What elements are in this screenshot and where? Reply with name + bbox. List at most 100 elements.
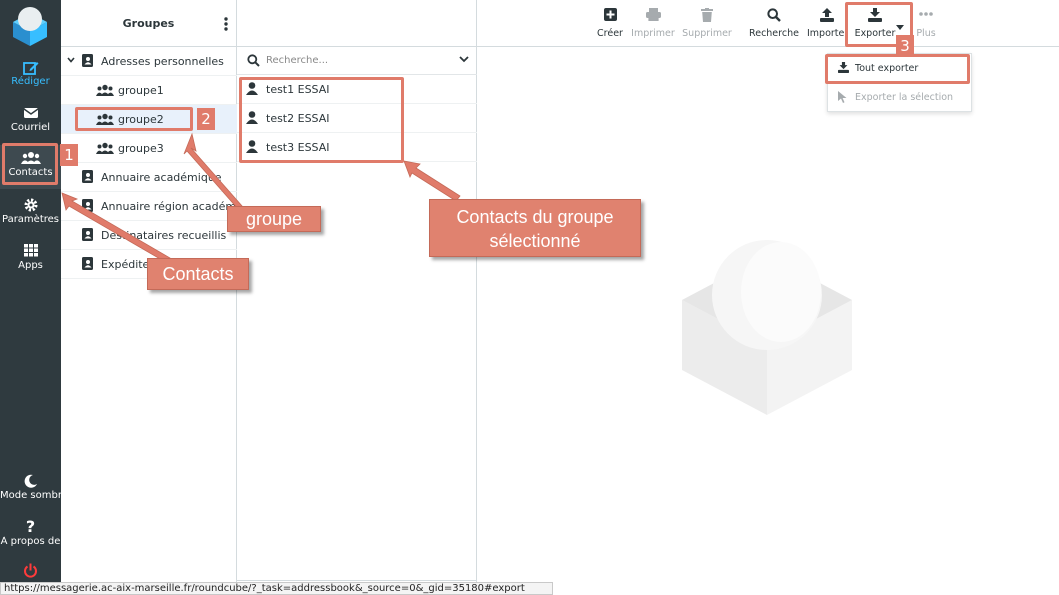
ellipsis-icon [913, 8, 939, 26]
users-icon [96, 113, 114, 125]
search-input[interactable]: Recherche... [266, 55, 328, 66]
export-all-item[interactable]: Tout exporter [828, 55, 971, 82]
callout-groupe-text: groupe [245, 209, 303, 229]
addressbook-personal[interactable]: Adresses personnelles [61, 47, 237, 76]
cursor-icon [838, 91, 847, 103]
contacts-header [237, 0, 476, 47]
contacts-footer-divider [237, 580, 477, 581]
nav-compose[interactable]: Rédiger [0, 54, 61, 98]
addressbook-region[interactable]: Annuaire région académ... [61, 192, 237, 221]
more-button[interactable]: Plus [913, 8, 939, 44]
contact-row[interactable]: test1 ESSAI [237, 75, 477, 104]
contacts-panel: Recherche... test1 ESSAI test2 ESSAI tes… [237, 0, 477, 595]
import-label: Importer [807, 28, 847, 39]
export-selection-label: Exporter la sélection [855, 92, 954, 103]
nav-dark-mode-label: Mode sombre [0, 490, 61, 501]
delete-button[interactable]: Supprimer [682, 8, 732, 44]
group-label: groupe3 [118, 142, 164, 155]
kebab-menu-icon[interactable] [222, 16, 230, 32]
export-selection-item[interactable]: Exporter la sélection [828, 84, 971, 111]
contact-row[interactable]: test3 ESSAI [237, 133, 477, 162]
groups-panel: Groupes Adresses personnelles groupe1 gr… [61, 0, 237, 595]
user-icon [246, 111, 258, 124]
mail-icon [0, 100, 61, 120]
address-book-icon [82, 54, 93, 67]
browser-status-bar: https://messagerie.ac-aix-marseille.fr/r… [0, 582, 553, 595]
main-content: Créer Imprimer Supprimer Recherche Impor… [477, 0, 1059, 595]
user-icon [246, 82, 258, 95]
logout-icon[interactable] [23, 563, 38, 581]
group-label: Adresses personnelles [101, 55, 224, 68]
group-label: Destinataires recueillis [101, 229, 227, 242]
nav-about[interactable]: ? À propos de [0, 514, 61, 558]
caret-down-icon [896, 25, 904, 30]
chevron-down-icon[interactable] [459, 56, 469, 63]
nav-settings-label: Paramètres [1, 214, 60, 225]
group-label: Annuaire académique [101, 171, 222, 184]
gear-icon [0, 192, 61, 212]
users-icon [96, 84, 114, 96]
address-book-icon [82, 228, 93, 241]
moon-icon [0, 468, 61, 488]
export-all-label: Tout exporter [855, 63, 919, 74]
nav-dark-mode[interactable]: Mode sombre [0, 468, 61, 512]
search-label: Recherche [749, 28, 799, 39]
printer-icon [630, 8, 676, 26]
app-window: Rédiger Courriel Contacts Paramètres App… [0, 0, 1059, 595]
nav-compose-label: Rédiger [11, 76, 50, 87]
upload-icon [807, 8, 847, 26]
nav-mail-label: Courriel [10, 122, 51, 133]
users-icon [96, 142, 114, 154]
nav-apps[interactable]: Apps [0, 238, 61, 282]
download-icon [853, 8, 897, 26]
group-item-groupe3[interactable]: groupe3 [61, 134, 237, 163]
nav-settings[interactable]: Paramètres [0, 192, 61, 236]
export-label: Exporter [854, 28, 896, 39]
nav-mail[interactable]: Courriel [0, 100, 61, 144]
group-label: groupe1 [118, 84, 164, 97]
user-icon [246, 140, 258, 153]
export-dropdown-toggle[interactable] [896, 20, 906, 30]
step-number-3: 3 [896, 35, 914, 57]
step-number-2: 2 [197, 108, 215, 130]
trash-icon [682, 8, 732, 26]
callout-group-contacts: Contacts du groupe sélectionné [429, 199, 641, 257]
nav-contacts[interactable]: Contacts [0, 145, 61, 189]
callout-group-contacts-line2: sélectionné [489, 231, 581, 251]
group-item-groupe1[interactable]: groupe1 [61, 76, 237, 105]
nav-apps-label: Apps [18, 260, 43, 271]
step-number-1: 1 [60, 144, 78, 166]
apps-grid-icon [0, 238, 61, 258]
address-book-icon [82, 199, 93, 212]
create-button[interactable]: Créer [595, 8, 625, 44]
import-button[interactable]: Importer [807, 8, 847, 44]
groups-title: Groupes [122, 17, 175, 30]
print-label: Imprimer [631, 28, 675, 39]
contact-row[interactable]: test2 ESSAI [237, 104, 477, 133]
address-book-icon [82, 257, 93, 270]
print-button[interactable]: Imprimer [630, 8, 676, 44]
roundcube-logo [13, 7, 47, 46]
download-icon [838, 62, 849, 73]
callout-group-contacts-line1: Contacts du groupe [456, 207, 614, 227]
chevron-down-icon[interactable] [67, 57, 75, 63]
nav-contacts-label: Contacts [8, 167, 53, 178]
export-menu: Tout exporter Exporter la sélection [827, 53, 972, 112]
main-nav: Rédiger Courriel Contacts Paramètres App… [0, 0, 61, 595]
groups-header: Groupes [61, 0, 236, 47]
more-label: Plus [916, 28, 936, 39]
addressbook-academic[interactable]: Annuaire académique [61, 163, 237, 192]
contact-name: test2 ESSAI [266, 112, 330, 125]
contact-search[interactable]: Recherche... [237, 47, 477, 75]
search-icon [247, 54, 260, 67]
contact-name: test1 ESSAI [266, 83, 330, 96]
nav-about-label: À propos de [0, 536, 61, 547]
roundcube-watermark-logo [682, 240, 852, 415]
group-label: Annuaire région académ... [101, 200, 237, 213]
export-button[interactable]: Exporter [853, 8, 897, 44]
search-button[interactable]: Recherche [749, 8, 799, 44]
addressbook-collected-recipients[interactable]: Destinataires recueillis [61, 221, 237, 250]
plus-square-icon [595, 8, 625, 26]
compose-icon [0, 54, 61, 75]
delete-label: Supprimer [682, 28, 732, 39]
